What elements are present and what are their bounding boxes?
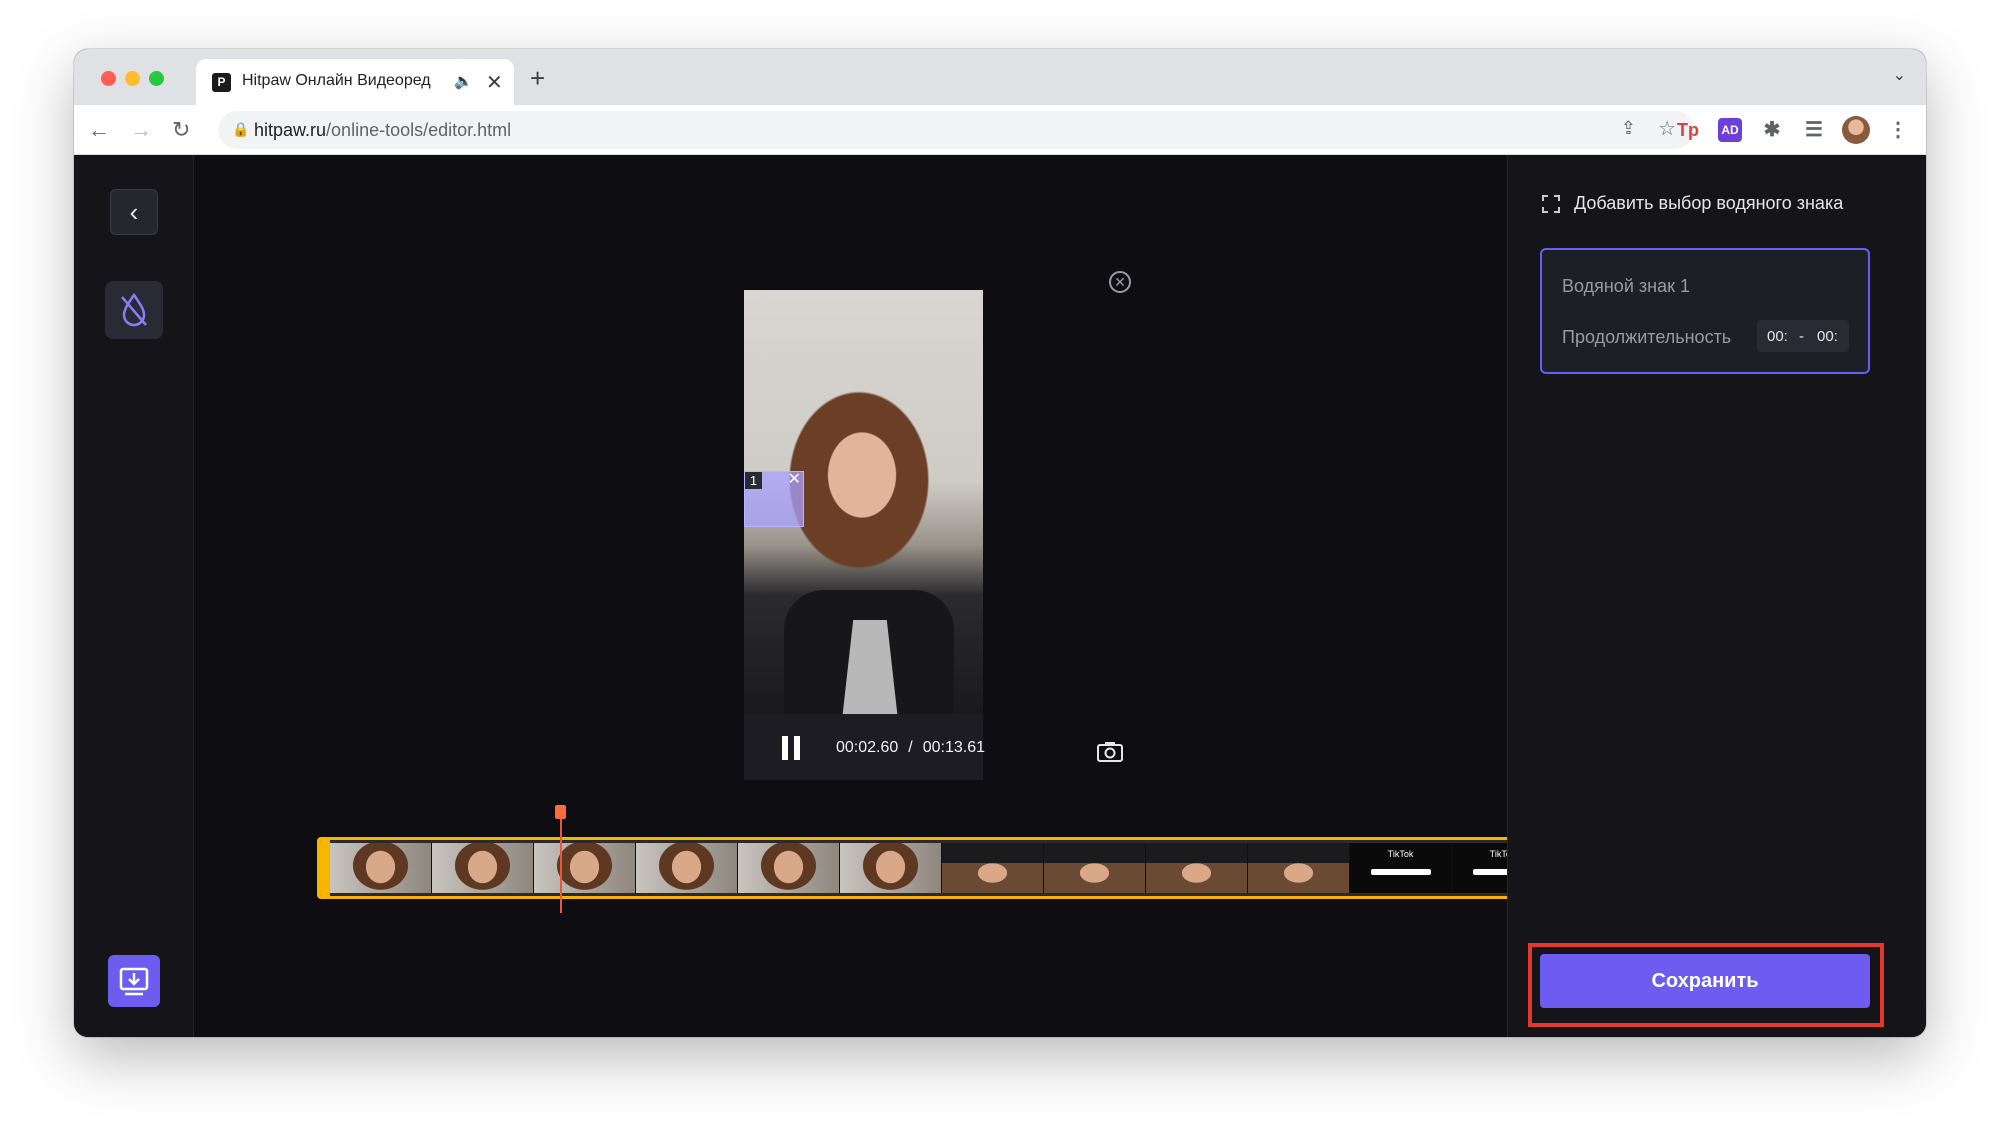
timeline-frame — [738, 843, 840, 893]
export-download-button[interactable] — [108, 955, 160, 1007]
range-start-input[interactable]: 00: — [1767, 328, 1788, 345]
timeline-frame — [1146, 843, 1248, 893]
duration-label: Продолжительность — [1562, 327, 1732, 347]
shirt-print — [842, 620, 898, 714]
browser-window: P Hitpaw Онлайн Видеоред 🔈 ✕ + ⌄ ← → ↻ 🔒… — [74, 49, 1926, 1037]
timeline-frame — [840, 843, 942, 893]
drop-slash-icon — [121, 292, 147, 327]
browser-tab[interactable]: P Hitpaw Онлайн Видеоред 🔈 ✕ — [196, 59, 514, 105]
hitpaw-favicon-icon: P — [212, 73, 231, 92]
range-end-input[interactable]: 00: — [1817, 328, 1838, 345]
timeline-strip[interactable]: TikTok TikTok — [317, 837, 1565, 899]
player-controls: 00:02.60 / 00:13.61 — [744, 714, 985, 780]
media-control-icon[interactable]: ☰ — [1802, 118, 1826, 142]
audio-playing-icon[interactable]: 🔈 — [454, 72, 473, 90]
ad-extension-icon[interactable]: AD — [1718, 118, 1742, 142]
browser-menu-icon[interactable]: ⋮ — [1886, 118, 1910, 142]
url-text[interactable]: hitpaw.ru/online-tools/editor.html — [254, 120, 511, 141]
close-video-icon[interactable]: ✕ — [1109, 271, 1131, 293]
close-tab-icon[interactable]: ✕ — [486, 70, 503, 95]
maximize-window-button[interactable] — [149, 71, 164, 86]
preview-stage: ✕ 1 ✕ 00:02.60 / 00:13.61 TikTok TikTok — [195, 155, 1565, 1037]
timeline-frame — [942, 843, 1044, 893]
playhead-handle[interactable] — [554, 805, 566, 819]
back-button[interactable]: ‹ — [110, 189, 158, 235]
range-separator: - — [1799, 328, 1804, 345]
watermark-panel: Добавить выбор водяного знака Водяной зн… — [1507, 155, 1926, 1037]
add-watermark-label: Добавить выбор водяного знака — [1574, 193, 1844, 213]
forward-arrow-icon[interactable]: → — [130, 117, 152, 143]
tab-title: Hitpaw Онлайн Видеоред — [242, 72, 431, 89]
total-time: 00:13.61 — [922, 739, 986, 756]
bookmark-star-icon[interactable]: ☆ — [1658, 116, 1676, 141]
share-icon[interactable]: ⇪ — [1621, 118, 1636, 139]
remove-selection-icon[interactable]: ✕ — [788, 472, 801, 488]
address-bar[interactable]: 🔒 hitpaw.ru/online-tools/editor.html ⇪ ☆ — [218, 111, 1694, 149]
minimize-window-button[interactable] — [125, 71, 140, 86]
time-separator: / — [908, 739, 913, 756]
video-subject-shirt — [784, 590, 954, 714]
lock-icon[interactable]: 🔒 — [232, 121, 249, 138]
watermark-remover-tool-button[interactable] — [105, 281, 163, 339]
browser-toolbar: ← → ↻ 🔒 hitpaw.ru/online-tools/editor.ht… — [74, 105, 1926, 155]
close-window-button[interactable] — [101, 71, 116, 86]
save-button[interactable]: Сохранить — [1540, 954, 1870, 1008]
reload-icon[interactable]: ↻ — [172, 117, 190, 143]
url-path: /online-tools/editor.html — [326, 120, 512, 140]
watermark-name: Водяной знак 1 — [1562, 276, 1690, 296]
watermark-card[interactable]: Водяной знак 1 Продолжительность 00: - 0… — [1540, 248, 1870, 374]
new-tab-button[interactable]: + — [530, 63, 545, 94]
pause-icon[interactable] — [780, 736, 802, 760]
trim-handle-left[interactable] — [320, 840, 330, 896]
selection-box-icon — [1542, 195, 1560, 213]
left-sidebar: ‹ — [74, 155, 194, 1037]
extensions-puzzle-icon[interactable]: ✱ — [1760, 118, 1784, 142]
timeline-frame — [1248, 843, 1350, 893]
current-time: 00:02.60 — [836, 739, 899, 756]
tiktok-bar — [1370, 869, 1431, 875]
snapshot-camera-icon[interactable] — [1096, 741, 1124, 763]
playhead-line[interactable] — [559, 809, 562, 913]
back-arrow-icon[interactable]: ← — [88, 117, 110, 143]
timeline-frame — [1044, 843, 1146, 893]
watermark-selection-box[interactable]: 1 ✕ — [744, 471, 804, 527]
tab-strip: P Hitpaw Онлайн Видеоред 🔈 ✕ + ⌄ — [74, 49, 1926, 105]
watermark-index-badge: 1 — [745, 472, 762, 489]
timeline-frame — [432, 843, 534, 893]
profile-avatar[interactable] — [1842, 116, 1870, 144]
url-domain: hitpaw.ru — [254, 120, 327, 140]
timeline-frame — [534, 843, 636, 893]
duration-range[interactable]: 00: - 00: — [1757, 320, 1849, 352]
timeline-frame — [636, 843, 738, 893]
editor-app: ‹ ✕ 1 ✕ 00:02.60 / 00:13.61 TikTok TikTo… — [74, 155, 1926, 1037]
timeline-frame — [330, 843, 432, 893]
tp-extension-icon[interactable]: Tp — [1676, 118, 1700, 142]
tab-search-chevron-icon[interactable]: ⌄ — [1893, 65, 1906, 85]
tiktok-logo-text: TikTok — [1387, 849, 1414, 859]
timeline-frames: TikTok TikTok — [330, 843, 1556, 893]
time-display: 00:02.60 / 00:13.61 — [836, 739, 985, 757]
download-monitor-icon — [119, 967, 149, 996]
timeline-frame: TikTok — [1350, 843, 1452, 893]
